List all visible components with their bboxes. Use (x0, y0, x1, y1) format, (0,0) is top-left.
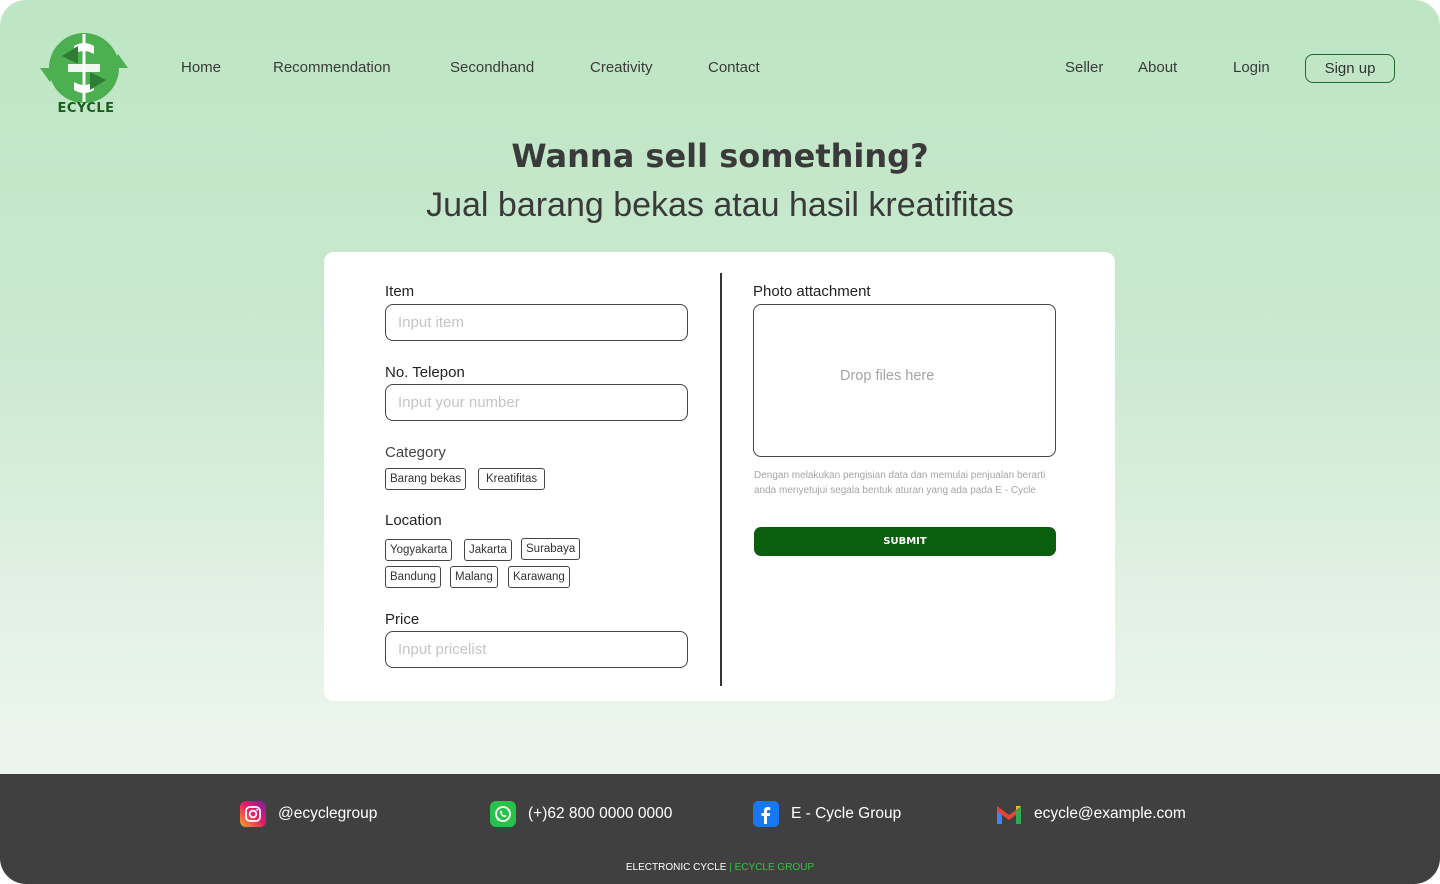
nav-seller[interactable]: Seller (1065, 59, 1103, 76)
location-chip-bandung[interactable]: Bandung (385, 566, 442, 588)
facebook-icon (753, 801, 779, 827)
location-label: Location (385, 512, 442, 529)
page: ECYCLE Home Recommendation Secondhand Cr… (0, 0, 1440, 884)
footer-email[interactable]: ecycle@example.com (996, 801, 1186, 827)
column-divider (720, 273, 722, 686)
price-input[interactable] (385, 631, 688, 668)
signup-button[interactable]: Sign up (1305, 54, 1395, 83)
credit-separator: | (726, 862, 735, 873)
gmail-icon (996, 801, 1022, 827)
location-chip-malang[interactable]: Malang (450, 566, 498, 588)
login-link[interactable]: Login (1233, 59, 1270, 76)
nav-contact[interactable]: Contact (708, 59, 760, 76)
instagram-handle: @ecyclegroup (278, 805, 378, 822)
nav-home[interactable]: Home (181, 59, 221, 76)
location-chip-jakarta[interactable]: Jakarta (464, 539, 512, 561)
phone-label: No. Telepon (385, 364, 465, 381)
submit-button[interactable]: SUBMIT (754, 527, 1056, 556)
footer-credit: ELECTRONIC CYCLE | ECYCLE GROUP (0, 862, 1440, 873)
credit-right: ECYCLE GROUP (734, 862, 815, 873)
email-address: ecycle@example.com (1034, 805, 1186, 822)
dropzone-text: Drop files here (840, 368, 935, 384)
photo-dropzone[interactable]: Drop files here (753, 304, 1056, 457)
category-label: Category (385, 444, 446, 461)
footer-whatsapp[interactable]: (+)62 800 0000 0000 (490, 801, 672, 827)
footer-instagram[interactable]: @ecyclegroup (240, 801, 377, 827)
terms-disclaimer: Dengan melakukan pengisian data dan memu… (754, 470, 1046, 496)
photo-label: Photo attachment (753, 283, 871, 300)
nav-about[interactable]: About (1138, 59, 1177, 76)
item-label: Item (385, 283, 415, 300)
footer-facebook[interactable]: E - Cycle Group (753, 801, 901, 827)
phone-input[interactable] (385, 384, 688, 421)
logo-text: ECYCLE (57, 101, 115, 116)
nav-recommendation[interactable]: Recommendation (273, 59, 391, 76)
instagram-icon (240, 801, 266, 827)
category-chip-kreatifitas[interactable]: Kreatifitas (478, 468, 546, 490)
price-label: Price (385, 611, 420, 628)
whatsapp-icon (490, 801, 516, 827)
item-input[interactable] (385, 304, 688, 341)
facebook-group: E - Cycle Group (791, 805, 902, 822)
whatsapp-number: (+)62 800 0000 0000 (528, 805, 673, 822)
nav-creativity[interactable]: Creativity (590, 59, 653, 76)
location-chip-yogyakarta[interactable]: Yogyakarta (385, 539, 453, 561)
location-chip-surabaya[interactable]: Surabaya (521, 538, 581, 560)
page-subtitle: Jual barang bekas atau hasil kreatifitas (426, 186, 1014, 224)
credit-left: ELECTRONIC CYCLE (625, 862, 727, 873)
category-chip-barang-bekas[interactable]: Barang bekas (385, 468, 466, 490)
location-chip-karawang[interactable]: Karawang (508, 566, 570, 588)
sell-form-card: Item No. Telepon Category Barang bekas K… (324, 252, 1115, 701)
nav-secondhand[interactable]: Secondhand (450, 59, 534, 76)
page-title: Wanna sell something? (511, 137, 929, 175)
footer: @ecyclegroup (+)62 800 0000 0000 E - Cyc… (0, 774, 1440, 884)
